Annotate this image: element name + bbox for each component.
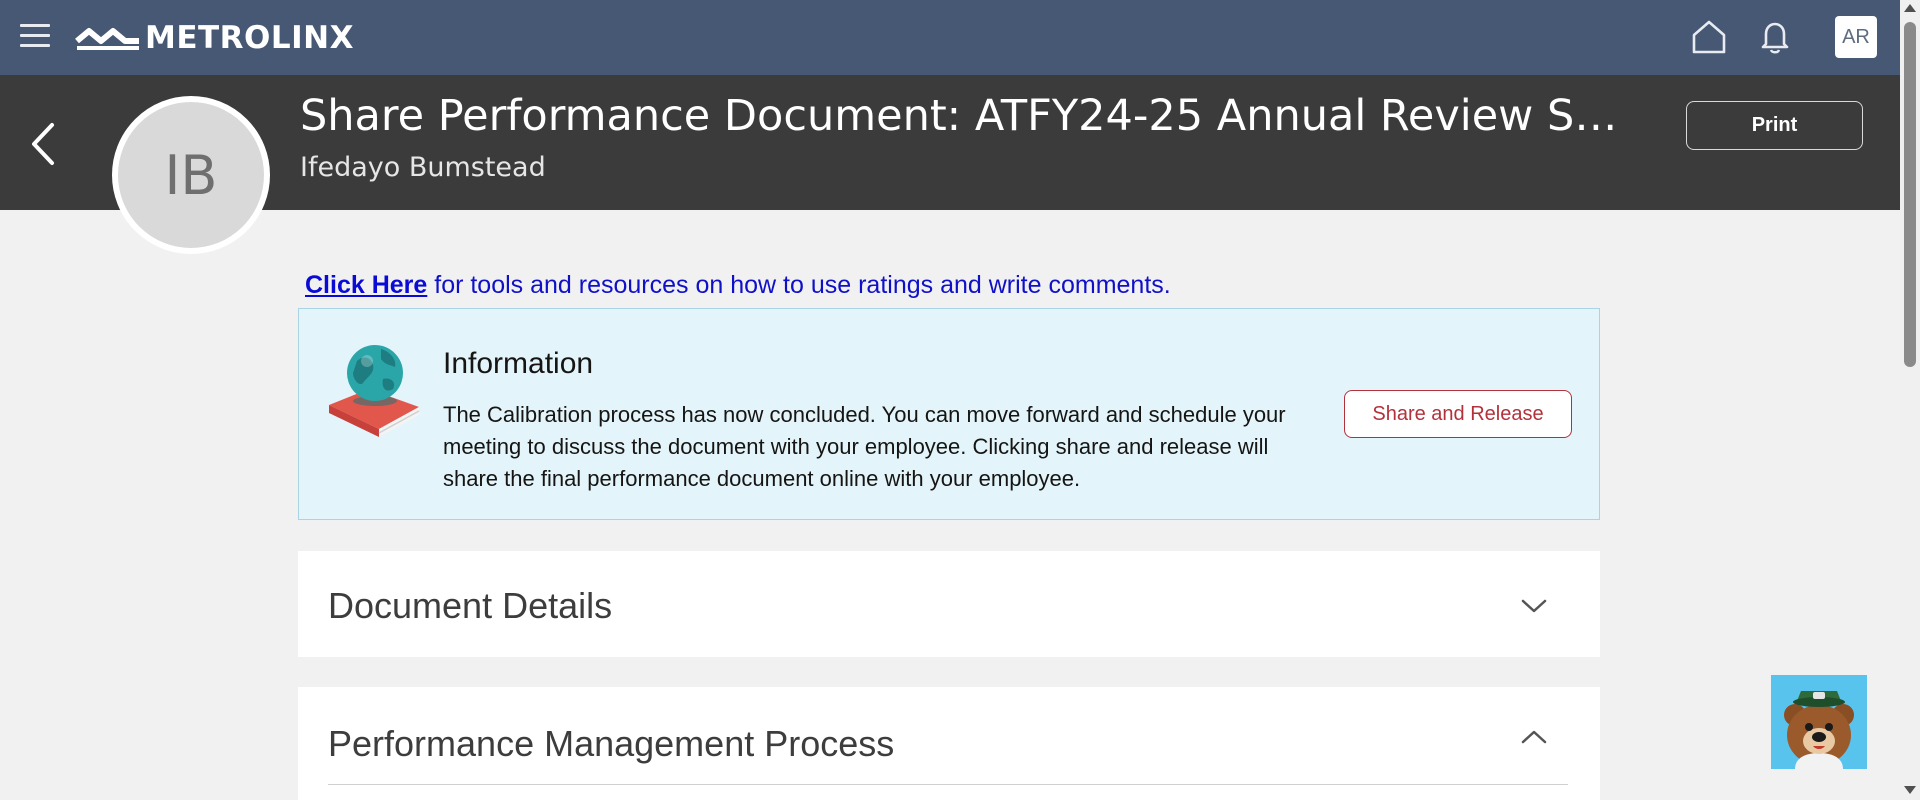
user-avatar[interactable]: AR	[1835, 16, 1877, 58]
employee-avatar: IB	[112, 96, 270, 254]
notifications-bell-icon[interactable]	[1758, 18, 1792, 56]
bear-mascot-icon	[1784, 691, 1854, 769]
print-button[interactable]: Print	[1686, 101, 1863, 150]
scrollbar-thumb[interactable]	[1904, 22, 1916, 367]
page-title: Share Performance Document: ATFY24-25 An…	[300, 91, 1640, 141]
globe-on-book-icon	[329, 345, 420, 437]
menu-icon[interactable]	[20, 24, 50, 50]
section-divider	[328, 784, 1568, 785]
help-resources-line: Click Here for tools and resources on ho…	[305, 271, 1171, 300]
information-message: The Calibration process has now conclude…	[443, 402, 1286, 491]
share-and-release-button[interactable]: Share and Release	[1344, 390, 1572, 438]
scroll-up-arrow-icon[interactable]	[1904, 4, 1916, 12]
document-details-panel[interactable]: Document Details	[298, 551, 1600, 657]
metrolinx-logo[interactable]: METROLINX	[75, 20, 354, 56]
information-message-box: Information The Calibration process has …	[298, 308, 1600, 520]
vertical-scrollbar[interactable]	[1900, 0, 1920, 800]
logo-text: METROLINX	[145, 20, 355, 56]
metrolinx-logo-mark	[75, 28, 139, 50]
click-here-link[interactable]: Click Here	[305, 271, 427, 299]
chatbot-mascot-button[interactable]	[1771, 675, 1867, 769]
document-details-title: Document Details	[328, 585, 613, 626]
home-icon[interactable]	[1690, 18, 1728, 56]
employee-name: Ifedayo Bumstead	[300, 152, 546, 183]
performance-management-process-panel[interactable]: Performance Management Process	[298, 687, 1600, 800]
top-nav-bar: METROLINX AR	[0, 0, 1900, 75]
performance-management-process-title: Performance Management Process	[328, 723, 895, 764]
help-text: for tools and resources on how to use ra…	[427, 271, 1171, 299]
chevron-down-icon[interactable]	[1520, 596, 1548, 616]
information-title: Information	[443, 347, 594, 380]
chevron-up-icon[interactable]	[1520, 727, 1548, 747]
back-arrow-icon[interactable]	[26, 119, 62, 169]
scroll-down-arrow-icon[interactable]	[1904, 786, 1916, 794]
